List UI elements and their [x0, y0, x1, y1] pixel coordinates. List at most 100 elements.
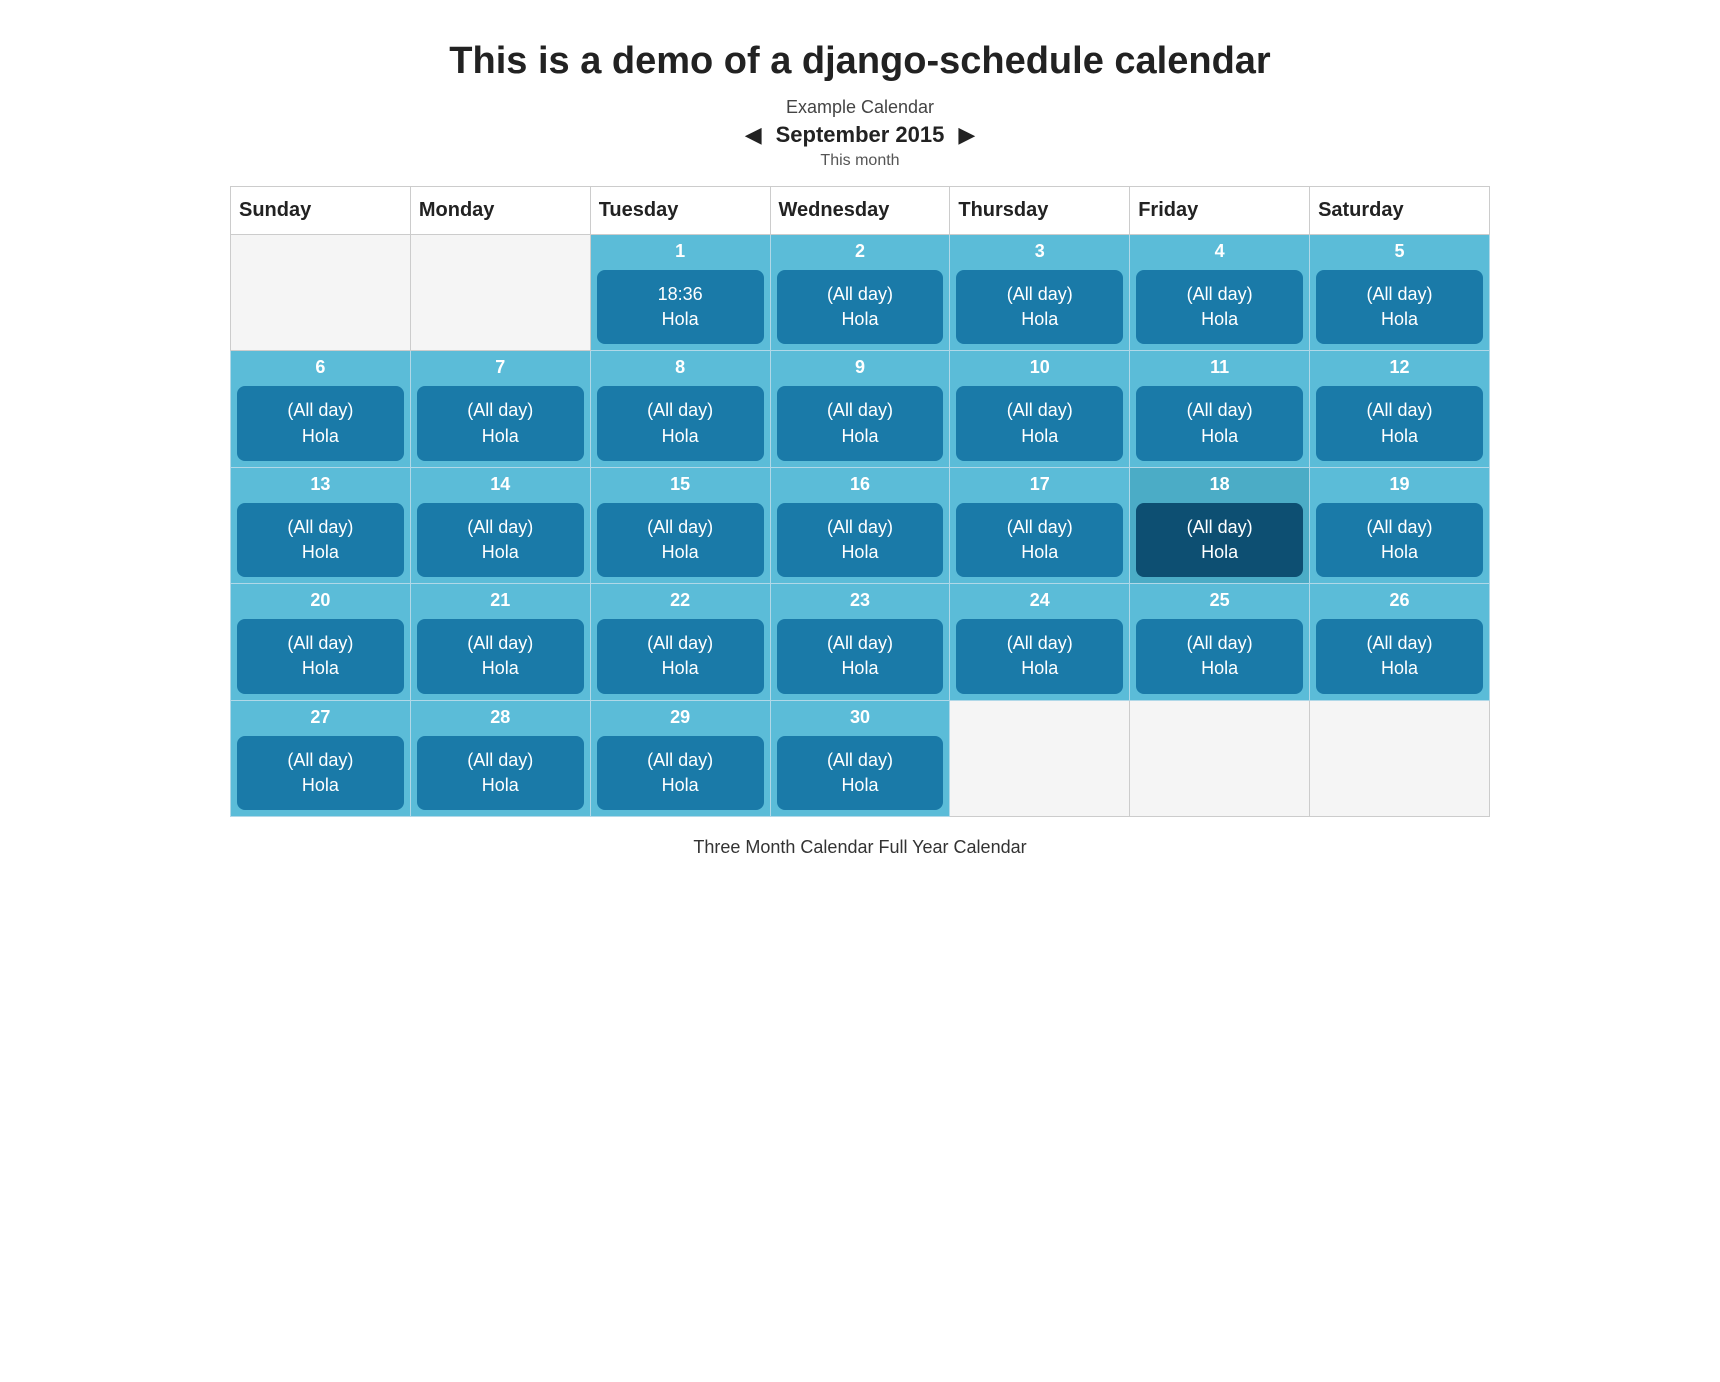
event-block[interactable]: (All day)Hola [597, 619, 764, 693]
three-month-link[interactable]: Three Month Calendar [693, 837, 873, 857]
full-year-link[interactable]: Full Year Calendar [879, 837, 1027, 857]
day-cell [231, 235, 411, 351]
day-cell[interactable]: 26 (All day)Hola [1310, 584, 1490, 700]
event-block[interactable]: (All day)Hola [1316, 503, 1483, 577]
event-block[interactable]: (All day)Hola [417, 503, 584, 577]
event-block[interactable]: (All day)Hola [417, 619, 584, 693]
day-cell[interactable]: 30(All day)Hola [770, 700, 950, 816]
day-number: 26 [1310, 584, 1489, 615]
day-cell[interactable]: 22 (All day)Hola [590, 584, 770, 700]
day-cell[interactable]: 9 (All day)Hola [770, 351, 950, 467]
col-header-wednesday: Wednesday [770, 187, 950, 235]
day-cell[interactable]: 2(All day)Hola [770, 235, 950, 351]
day-number: 17 [950, 468, 1129, 499]
event-block[interactable]: (All day)Hola [1316, 386, 1483, 460]
day-cell[interactable]: 16(All day)Hola [770, 467, 950, 583]
day-cell[interactable]: 7 (All day)Hola [410, 351, 590, 467]
event-block[interactable]: (All day)Hola [1316, 619, 1483, 693]
this-month-link[interactable]: This month [820, 152, 899, 170]
week-row-2: 13(All day)Hola14(All day)Hola15(All day… [231, 467, 1490, 583]
event-block[interactable]: (All day)Hola [777, 619, 944, 693]
event-block[interactable]: (All day)Hola [956, 270, 1123, 344]
day-cell[interactable]: 20(All day)Hola [231, 584, 411, 700]
day-cell[interactable]: 15 (All day)Hola [590, 467, 770, 583]
day-number: 21 [411, 584, 590, 615]
day-cell[interactable]: 18 (All day)Hola [1130, 467, 1310, 583]
day-number: 23 [771, 584, 950, 615]
event-block[interactable]: (All day)Hola [956, 619, 1123, 693]
day-number: 9 [771, 351, 950, 382]
event-block[interactable]: (All day)Hola [777, 736, 944, 810]
day-cell[interactable]: 21 (All day)Hola [410, 584, 590, 700]
event-block[interactable]: 18:36Hola [597, 270, 764, 344]
event-block[interactable]: (All day)Hola [1136, 619, 1303, 693]
calendar-name: Example Calendar [786, 97, 934, 118]
day-number: 22 [591, 584, 770, 615]
col-header-tuesday: Tuesday [590, 187, 770, 235]
day-cell[interactable]: 27 (All day)Hola [231, 700, 411, 816]
day-number: 3 [950, 235, 1129, 266]
day-number: 25 [1130, 584, 1309, 615]
day-cell[interactable]: 6(All day)Hola [231, 351, 411, 467]
day-cell[interactable]: 28(All day)Hola [410, 700, 590, 816]
day-number: 4 [1130, 235, 1309, 266]
event-block[interactable]: (All day)Hola [237, 619, 404, 693]
day-cell[interactable]: 5(All day)Hola [1310, 235, 1490, 351]
calendar-container: SundayMondayTuesdayWednesdayThursdayFrid… [230, 186, 1490, 817]
week-row-4: 27(All day)Hola28(All day)Hola29(All day… [231, 700, 1490, 816]
day-cell[interactable]: 4 (All day)Hola [1130, 235, 1310, 351]
day-number: 7 [411, 351, 590, 382]
event-block[interactable]: (All day)Hola [777, 503, 944, 577]
event-block[interactable]: (All day)Hola [237, 736, 404, 810]
next-month-button[interactable]: ▶ [958, 122, 975, 148]
col-header-monday: Monday [410, 187, 590, 235]
calendar-table: SundayMondayTuesdayWednesdayThursdayFrid… [230, 186, 1490, 817]
day-number: 27 [231, 701, 410, 732]
event-block[interactable]: (All day)Hola [417, 736, 584, 810]
day-cell[interactable]: 12 (All day)Hola [1310, 351, 1490, 467]
day-number: 15 [591, 468, 770, 499]
day-cell[interactable]: 118:36Hola [590, 235, 770, 351]
day-cell[interactable]: 8 (All day)Hola [590, 351, 770, 467]
event-block[interactable]: (All day)Hola [1136, 503, 1303, 577]
event-block[interactable]: (All day)Hola [597, 503, 764, 577]
day-cell[interactable]: 24(All day)Hola [950, 584, 1130, 700]
event-block[interactable]: (All day)Hola [777, 270, 944, 344]
event-block[interactable]: (All day)Hola [237, 386, 404, 460]
day-cell[interactable]: 10(All day)Hola [950, 351, 1130, 467]
event-block[interactable]: (All day)Hola [417, 386, 584, 460]
day-number: 29 [591, 701, 770, 732]
day-cell[interactable]: 14(All day)Hola [410, 467, 590, 583]
day-cell[interactable]: 19(All day)Hola [1310, 467, 1490, 583]
week-row-1: 6(All day)Hola7(All day)Hola8(All day)Ho… [231, 351, 1490, 467]
col-header-saturday: Saturday [1310, 187, 1490, 235]
calendar-header-row: SundayMondayTuesdayWednesdayThursdayFrid… [231, 187, 1490, 235]
event-block[interactable]: (All day)Hola [237, 503, 404, 577]
event-block[interactable]: (All day)Hola [597, 386, 764, 460]
day-cell[interactable]: 23 (All day)Hola [770, 584, 950, 700]
day-number: 8 [591, 351, 770, 382]
day-cell[interactable]: 11(All day)Hola [1130, 351, 1310, 467]
event-block[interactable]: (All day)Hola [1316, 270, 1483, 344]
day-cell[interactable]: 25 (All day)Hola [1130, 584, 1310, 700]
day-cell [410, 235, 590, 351]
day-cell [1130, 700, 1310, 816]
day-number: 18 [1130, 468, 1309, 499]
event-block[interactable]: (All day)Hola [777, 386, 944, 460]
page-title: This is a demo of a django-schedule cale… [449, 40, 1270, 83]
footer-links: Three Month Calendar Full Year Calendar [693, 837, 1026, 858]
event-block[interactable]: (All day)Hola [1136, 386, 1303, 460]
month-nav: ◀ September 2015 ▶ [745, 122, 976, 148]
week-row-0: 118:36Hola2(All day)Hola3(All day)Hola4(… [231, 235, 1490, 351]
day-cell[interactable]: 17 (All day)Hola [950, 467, 1130, 583]
event-block[interactable]: (All day)Hola [956, 503, 1123, 577]
col-header-sunday: Sunday [231, 187, 411, 235]
day-cell[interactable]: 13(All day)Hola [231, 467, 411, 583]
prev-month-button[interactable]: ◀ [745, 122, 762, 148]
day-cell[interactable]: 3 (All day)Hola [950, 235, 1130, 351]
day-cell[interactable]: 29 (All day)Hola [590, 700, 770, 816]
day-number: 12 [1310, 351, 1489, 382]
event-block[interactable]: (All day)Hola [1136, 270, 1303, 344]
event-block[interactable]: (All day)Hola [956, 386, 1123, 460]
event-block[interactable]: (All day)Hola [597, 736, 764, 810]
